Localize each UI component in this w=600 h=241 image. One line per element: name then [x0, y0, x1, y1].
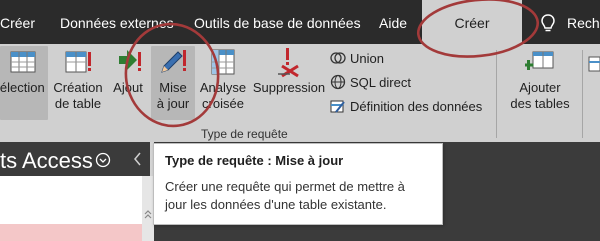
tab-donnees-externes[interactable]: Données externes — [60, 0, 174, 44]
select-query-icon — [10, 51, 36, 73]
selection-label: Sélection — [0, 80, 45, 95]
ribbon: Sélection Création de table Ajout Mise — [0, 44, 600, 142]
tab-creer-partial[interactable]: Créer — [0, 0, 44, 44]
query-type-group-label: Type de requête — [201, 127, 288, 141]
pencil-icon — [161, 50, 186, 73]
union-query-button[interactable]: Union — [330, 50, 384, 68]
add-tables-label-1: Ajouter — [519, 80, 561, 95]
update-query-tooltip: Type de requête : Mise à jour Créer une … — [153, 143, 443, 225]
add-tables-label-2: des tables — [510, 96, 570, 111]
navigation-pane-title[interactable]: ts Access — [0, 148, 93, 174]
tab-creer[interactable]: Créer — [422, 0, 522, 44]
delete-query-button[interactable]: Suppression — [251, 46, 327, 104]
add-tables-icon — [525, 51, 554, 70]
ribbon-group-separator — [496, 50, 497, 138]
ribbon-tab-bar: Créer Données externes Outils de base de… — [0, 0, 600, 44]
delete-query-icon — [278, 48, 299, 78]
add-tables-button[interactable]: Ajouter des tables — [508, 46, 572, 120]
crosstab-query-button[interactable]: Analyse croisée — [199, 46, 247, 120]
crosstab-label-2: croisée — [202, 96, 244, 111]
append-label: Ajout — [113, 80, 143, 95]
union-icon — [330, 52, 346, 64]
sql-direct-button[interactable]: SQL direct — [330, 74, 411, 92]
data-definition-button[interactable]: Définition des données — [330, 98, 482, 116]
tooltip-description: Créer une requête qui permet de mettre à… — [165, 179, 405, 212]
update-label-2: à jour — [156, 96, 190, 111]
tab-recherche[interactable]: Reche — [567, 0, 600, 44]
delete-label: Suppression — [252, 80, 326, 95]
make-table-label-1: Création — [53, 80, 103, 95]
crosstab-icon — [211, 49, 235, 75]
globe-icon — [330, 74, 346, 90]
navigation-pane-selected-item[interactable] — [0, 224, 142, 241]
data-definition-icon — [330, 100, 345, 113]
more-tools-icon[interactable] — [588, 56, 600, 72]
selection-query-button[interactable]: Sélection — [0, 46, 48, 120]
collapse-pane-icon[interactable] — [130, 150, 146, 168]
append-query-button[interactable]: Ajout — [108, 46, 148, 120]
update-label-1: Mise — [159, 80, 187, 95]
make-table-button[interactable]: Création de table — [52, 46, 104, 120]
union-label: Union — [350, 51, 384, 66]
ribbon-group-separator — [582, 50, 583, 138]
lightbulb-icon[interactable] — [540, 14, 556, 34]
append-query-icon — [119, 50, 141, 71]
make-table-icon — [65, 51, 91, 73]
crosstab-label-1: Analyse — [199, 80, 247, 95]
data-definition-label: Définition des données — [350, 99, 483, 114]
update-query-button[interactable]: Mise à jour — [151, 46, 195, 120]
make-table-label-2: de table — [54, 96, 102, 111]
tab-outils-base-de-donnees[interactable]: Outils de base de données — [194, 0, 361, 44]
chevron-down-icon[interactable] — [95, 152, 111, 168]
tab-aide[interactable]: Aide — [379, 0, 407, 44]
sql-direct-label: SQL direct — [350, 75, 411, 90]
tooltip-title: Type de requête : Mise à jour — [165, 153, 344, 168]
